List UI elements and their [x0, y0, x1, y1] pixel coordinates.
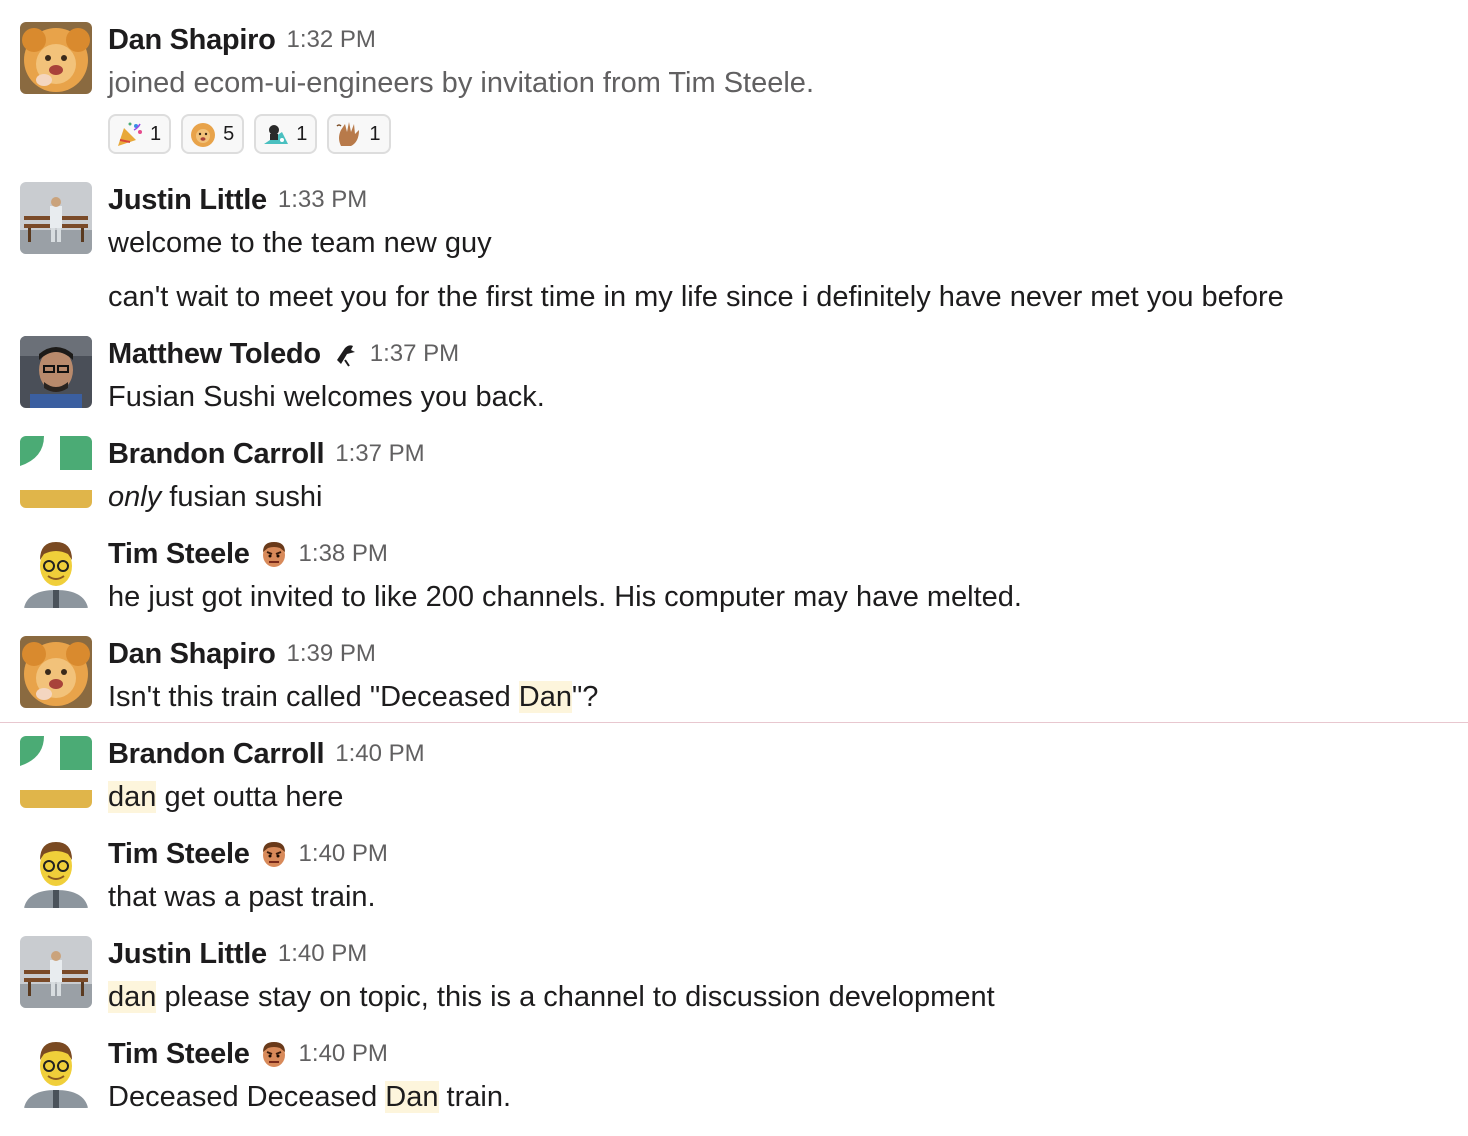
message-text: that was a past train.: [108, 881, 376, 913]
author-name[interactable]: Justin Little: [108, 184, 267, 217]
message-text: dan get outta here: [108, 779, 343, 815]
avatar[interactable]: [20, 936, 92, 1008]
avatar[interactable]: [20, 336, 92, 408]
avatar[interactable]: [20, 436, 92, 508]
timestamp[interactable]: 1:40 PM: [278, 940, 367, 968]
reaction-bar: 1 5 1 1: [108, 114, 401, 154]
message-text: only fusian sushi: [108, 479, 322, 515]
angry-face-icon: [260, 840, 288, 868]
italic-text: only: [108, 481, 162, 513]
mention-highlight: Dan: [385, 1081, 439, 1113]
text-span: fusian sushi: [161, 481, 323, 513]
message-text: welcome to the team new guy: [108, 227, 492, 259]
reaction-count: 5: [223, 122, 235, 145]
avatar[interactable]: [20, 182, 92, 254]
text-span: Deceased Deceased: [108, 1081, 386, 1113]
reaction-count: 1: [150, 122, 162, 145]
reaction-shark-rider[interactable]: 1: [254, 114, 318, 154]
mention-highlight: dan: [108, 981, 157, 1013]
angry-face-icon: [260, 1040, 288, 1068]
text-span: Isn't this train called "Deceased: [108, 681, 519, 713]
text-span: train.: [438, 1081, 512, 1113]
timestamp[interactable]: 1:40 PM: [299, 840, 388, 868]
author-name[interactable]: Tim Steele: [108, 838, 250, 871]
author-name[interactable]: Matthew Toledo: [108, 338, 321, 371]
party-popper-icon: [116, 120, 144, 148]
author-name[interactable]: Dan Shapiro: [108, 24, 276, 57]
timestamp[interactable]: 1:39 PM: [287, 640, 376, 668]
avatar[interactable]: [20, 536, 92, 608]
author-name[interactable]: Brandon Carroll: [108, 438, 325, 471]
author-name[interactable]: Tim Steele: [108, 538, 250, 571]
avatar[interactable]: [20, 736, 92, 808]
angry-face-icon: [260, 540, 288, 568]
text-span: please stay on topic, this is a channel …: [156, 981, 995, 1013]
message-text: Isn't this train called "Deceased Dan"?: [108, 679, 598, 715]
avatar[interactable]: [20, 636, 92, 708]
reaction-count: 1: [296, 122, 308, 145]
avatar[interactable]: [20, 22, 92, 94]
timestamp[interactable]: 1:37 PM: [370, 340, 459, 368]
author-name[interactable]: Tim Steele: [108, 1038, 250, 1071]
avatar[interactable]: [20, 836, 92, 908]
text-span: get outta here: [156, 781, 344, 813]
timestamp[interactable]: 1:40 PM: [335, 740, 424, 768]
reaction-party-popper[interactable]: 1: [108, 114, 172, 154]
avatar[interactable]: [20, 1036, 92, 1108]
waving-hand-icon: [335, 120, 363, 148]
timestamp[interactable]: 1:32 PM: [287, 26, 376, 54]
timestamp[interactable]: 1:37 PM: [335, 440, 424, 468]
new-messages-divider: [0, 722, 1468, 723]
message-text: Deceased Deceased Dan train.: [108, 1079, 511, 1115]
message-text: he just got invited to like 200 channels…: [108, 581, 1022, 613]
message-text: can't wait to meet you for the first tim…: [108, 281, 1284, 313]
timestamp[interactable]: 1:40 PM: [299, 1040, 388, 1068]
mention-highlight: Dan: [518, 681, 572, 713]
author-name[interactable]: Dan Shapiro: [108, 638, 276, 671]
message-text: dan please stay on topic, this is a chan…: [108, 979, 995, 1015]
timestamp[interactable]: 1:38 PM: [299, 540, 388, 568]
message-text: joined ecom-ui-engineers by invitation f…: [108, 67, 814, 99]
reaction-count: 1: [369, 122, 381, 145]
author-name[interactable]: Justin Little: [108, 938, 267, 971]
timestamp[interactable]: 1:33 PM: [278, 186, 367, 214]
reaction-lion-face[interactable]: 5: [181, 114, 245, 154]
author-name[interactable]: Brandon Carroll: [108, 738, 325, 771]
message-text: Fusian Sushi welcomes you back.: [108, 381, 545, 413]
mention-highlight: dan: [108, 781, 157, 813]
text-span: "?: [571, 681, 599, 713]
crow-icon: [331, 340, 359, 368]
shark-rider-icon: [262, 120, 290, 148]
lion-face-icon: [189, 120, 217, 148]
reaction-waving-hand[interactable]: 1: [327, 114, 391, 154]
